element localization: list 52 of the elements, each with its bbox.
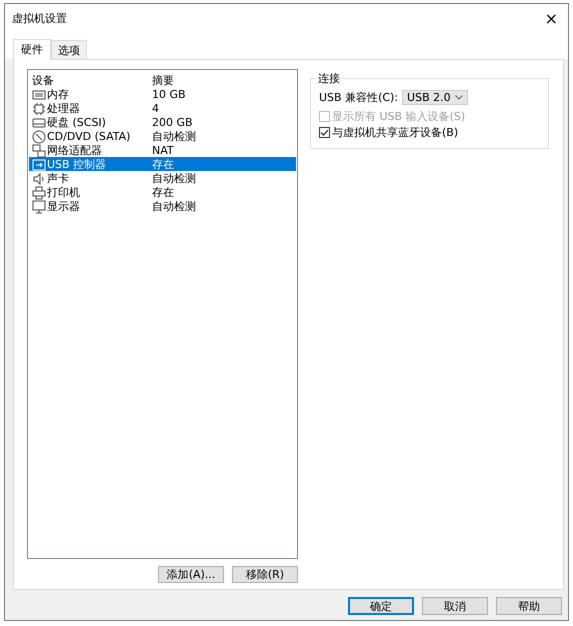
printer-icon xyxy=(32,186,46,200)
usb-icon xyxy=(32,158,46,172)
ok-button[interactable]: 确定 xyxy=(348,597,414,615)
remove-button[interactable]: 移除(R) xyxy=(232,566,298,583)
column-header: 摘要 xyxy=(151,73,175,88)
compatibility-label: USB 兼容性(C): xyxy=(319,90,398,105)
device-summary: 存在 xyxy=(151,157,175,172)
device-row[interactable]: CD/DVD (SATA) 自动检测 xyxy=(29,129,296,143)
memory-icon xyxy=(32,88,46,102)
device-name: USB 控制器 xyxy=(47,157,106,172)
device-name: CD/DVD (SATA) xyxy=(47,130,130,143)
device-row[interactable]: 网络适配器 NAT xyxy=(29,143,296,157)
close-button[interactable]: × xyxy=(540,8,562,28)
disc-icon xyxy=(32,130,46,144)
checkbox[interactable] xyxy=(319,126,330,138)
device-summary: 自动检测 xyxy=(151,199,197,214)
device-row[interactable]: USB 控制器 存在 xyxy=(29,157,296,171)
column-header: 设备 xyxy=(31,73,55,88)
tab[interactable]: 硬件 xyxy=(13,39,51,60)
device-row[interactable]: 内存 10 GB xyxy=(29,87,296,101)
device-name: 处理器 xyxy=(47,101,80,116)
monitor-icon xyxy=(32,200,46,214)
speaker-icon xyxy=(32,172,46,186)
chip-icon xyxy=(32,102,46,116)
window-title: 虚拟机设置 xyxy=(12,10,67,26)
add-button[interactable]: 添加(A)... xyxy=(158,566,224,583)
device-summary: NAT xyxy=(151,144,175,157)
device-name: 内存 xyxy=(47,87,69,102)
help-button[interactable]: 帮助 xyxy=(496,597,562,615)
checkbox-option[interactable]: 与虚拟机共享蓝牙设备(B) xyxy=(319,124,542,140)
device-name: 硬盘 (SCSI) xyxy=(47,115,106,130)
device-name: 打印机 xyxy=(47,185,80,200)
device-row[interactable]: 声卡 自动检测 xyxy=(29,171,296,185)
device-row[interactable]: 硬盘 (SCSI) 200 GB xyxy=(29,115,296,129)
device-row[interactable]: 处理器 4 xyxy=(29,101,296,115)
device-name: 声卡 xyxy=(47,171,69,186)
device-summary: 存在 xyxy=(151,185,175,200)
device-summary: 10 GB xyxy=(151,88,187,101)
device-summary: 4 xyxy=(151,102,160,115)
compatibility-dropdown[interactable]: USB 2.0 xyxy=(402,90,468,105)
group-title: 连接 xyxy=(317,71,341,86)
cancel-button[interactable]: 取消 xyxy=(422,597,488,615)
device-row[interactable]: 显示器 自动检测 xyxy=(29,199,296,213)
device-name: 网络适配器 xyxy=(47,143,102,158)
device-summary: 200 GB xyxy=(151,116,194,129)
device-summary: 自动检测 xyxy=(151,171,197,186)
device-row[interactable]: 打印机 存在 xyxy=(29,185,296,199)
network-icon xyxy=(32,144,46,158)
tab[interactable]: 选项 xyxy=(51,40,87,59)
device-name: 显示器 xyxy=(47,199,80,214)
device-summary: 自动检测 xyxy=(151,129,197,144)
chevron-down-icon xyxy=(455,95,464,100)
